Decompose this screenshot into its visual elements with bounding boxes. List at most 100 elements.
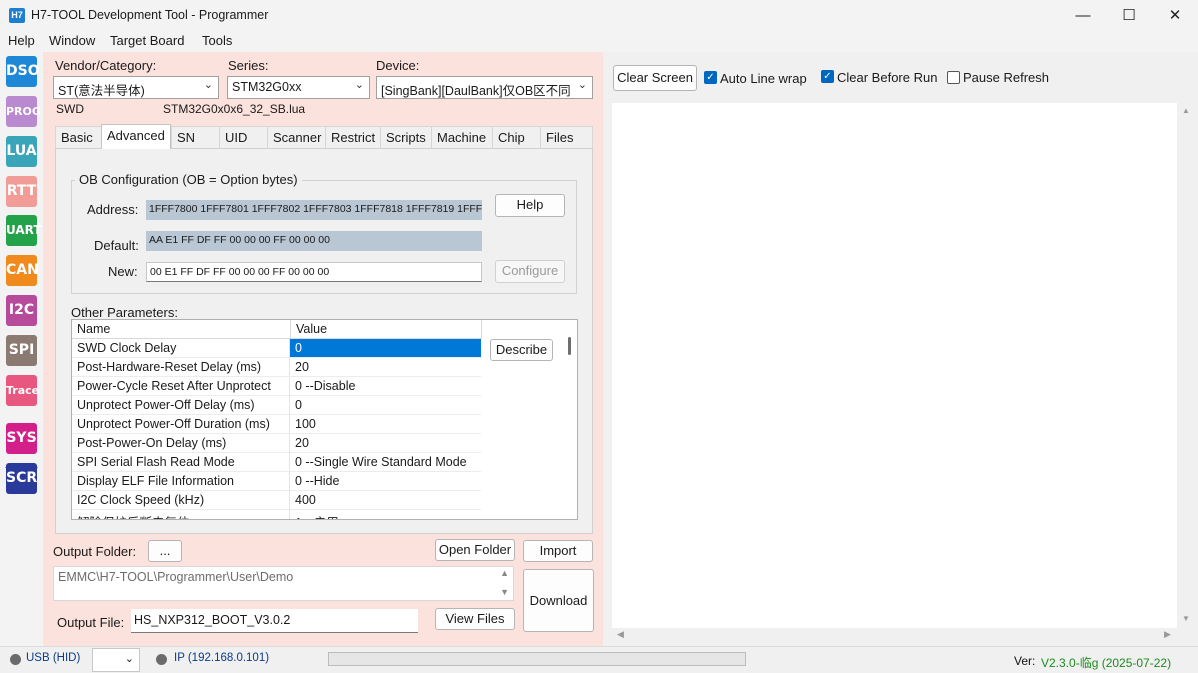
describe-button[interactable]: Describe — [490, 339, 553, 361]
table-row[interactable]: SWD Clock Delay 0 — [72, 339, 481, 358]
can-button[interactable]: CAN — [6, 255, 39, 286]
help-button[interactable]: Help — [495, 194, 565, 217]
browse-folder-button[interactable]: ... — [148, 540, 182, 562]
minimize-button[interactable]: — — [1060, 0, 1106, 31]
default-field[interactable]: AA E1 FF DF FF 00 00 00 FF 00 00 00 — [146, 231, 482, 251]
param-value-cell[interactable]: 0 --Single Wire Standard Mode — [290, 453, 481, 472]
device-value: [SingBank][DaulBank]仅OB区不同 — [381, 84, 571, 98]
pause-refresh-checkbox[interactable] — [947, 71, 960, 84]
tab-files[interactable]: Files — [540, 126, 593, 148]
param-value-cell[interactable]: 100 — [290, 415, 481, 434]
param-name-cell: SWD Clock Delay — [72, 339, 290, 358]
close-button[interactable]: ✕ — [1152, 0, 1198, 31]
device-select[interactable]: [SingBank][DaulBank]仅OB区不同 ⌄ — [376, 76, 593, 99]
dso-button[interactable]: DSO — [6, 56, 40, 87]
series-select[interactable]: STM32G0xx ⌄ — [227, 76, 370, 99]
vendor-label: Vendor/Category: — [55, 58, 157, 73]
menu-tools[interactable]: Tools — [202, 33, 232, 48]
scr-button[interactable]: SCR — [6, 463, 37, 494]
param-value-cell[interactable]: 1 --启用 — [290, 510, 481, 519]
tab-basic[interactable]: Basic — [55, 126, 102, 148]
tab-restrict[interactable]: Restrict — [325, 126, 381, 148]
param-name-cell: SPI Serial Flash Read Mode — [72, 453, 290, 472]
import-button[interactable]: Import — [523, 540, 593, 562]
table-row[interactable]: Power-Cycle Reset After Unprotect 0 --Dis… — [72, 377, 481, 396]
spi-button[interactable]: SPI — [6, 335, 37, 366]
chevron-down-icon: ⌄ — [203, 79, 213, 91]
port-select[interactable]: ⌄ — [92, 648, 140, 672]
menu-help[interactable]: Help — [8, 33, 35, 48]
open-folder-button[interactable]: Open Folder — [435, 539, 515, 561]
table-row[interactable]: Unprotect Power-Off Delay (ms) 0 — [72, 396, 481, 415]
clear-screen-button[interactable]: Clear Screen — [613, 65, 697, 91]
param-value-cell[interactable]: 0 --Hide — [290, 472, 481, 491]
other-params-label: Other Parameters: — [71, 305, 178, 320]
param-value-cell[interactable]: 0 — [290, 396, 481, 415]
address-field[interactable]: 1FFF7800 1FFF7801 1FFF7802 1FFF7803 1FFF… — [146, 200, 482, 220]
table-row[interactable]: Post-Power-On Delay (ms) 20 — [72, 434, 481, 453]
grid-scroll-thumb[interactable] — [568, 337, 571, 355]
menu-target-board[interactable]: Target Board — [110, 33, 184, 48]
tab-chip[interactable]: Chip — [492, 126, 541, 148]
download-button[interactable]: Download — [523, 569, 594, 632]
tab-advanced[interactable]: Advanced — [101, 124, 171, 149]
param-value-cell[interactable]: 400 — [290, 491, 481, 510]
rtt-button[interactable]: RTT — [6, 176, 37, 207]
tab-scanner[interactable]: Scanner — [267, 126, 326, 148]
console-scroll-up-icon[interactable]: ▲ — [1182, 106, 1190, 115]
console-scroll-left-icon[interactable]: ◀ — [617, 629, 624, 640]
maximize-button[interactable]: ☐ — [1106, 0, 1152, 31]
vendor-select[interactable]: ST(意法半导体) ⌄ — [53, 76, 219, 99]
param-value-cell[interactable]: 0 — [290, 339, 481, 358]
table-row[interactable]: Unprotect Power-Off Duration (ms) 100 — [72, 415, 481, 434]
ip-status-text: IP (192.168.0.101) — [174, 652, 270, 664]
interface-text: SWD — [56, 102, 84, 116]
console-scroll-down-icon[interactable]: ▼ — [1182, 614, 1190, 623]
device-label: Device: — [376, 58, 420, 73]
table-row[interactable]: SPI Serial Flash Read Mode 0 --Single Wir… — [72, 453, 481, 472]
menu-bar: Help Window Target Board Tools — [0, 31, 1198, 52]
folder-path-text: EMMC\H7-TOOL\Programmer\User\Demo — [58, 570, 294, 584]
col-header-name[interactable]: Name — [72, 320, 291, 339]
pause-refresh-label: Pause Refresh — [963, 70, 1049, 85]
configure-button[interactable]: Configure — [495, 260, 565, 283]
tab-scripts[interactable]: Scripts — [380, 126, 432, 148]
param-value-cell[interactable]: 20 — [290, 358, 481, 377]
menu-window[interactable]: Window — [49, 33, 95, 48]
uart-button[interactable]: UART — [6, 215, 42, 246]
prog-button[interactable]: PROG — [6, 96, 41, 127]
trace-button[interactable]: Trace — [6, 375, 39, 406]
console-output[interactable] — [612, 103, 1177, 628]
output-file-label: Output File: — [57, 615, 125, 630]
new-value-input[interactable]: 00 E1 FF DF FF 00 00 00 FF 00 00 00 — [146, 262, 482, 282]
auto-wrap-checkbox[interactable]: ✓ — [704, 71, 717, 84]
table-row[interactable]: 解除保护后断电复位1 --启用 — [72, 510, 481, 519]
output-file-input[interactable]: HS_NXP312_BOOT_V3.0.2 — [131, 609, 418, 633]
table-row[interactable]: Display ELF File Information 0 --Hide — [72, 472, 481, 491]
param-value-cell[interactable]: 0 --Disable — [290, 377, 481, 396]
scroll-up-icon[interactable]: ▲ — [500, 568, 509, 578]
address-label: Address: — [87, 202, 139, 217]
clear-before-run-checkbox[interactable]: ✓ — [821, 70, 834, 83]
folder-path-box[interactable]: EMMC\H7-TOOL\Programmer\User\Demo ▲ ▼ — [53, 566, 514, 601]
table-row[interactable]: Post-Hardware-Reset Delay (ms) 20 — [72, 358, 481, 377]
sys-button[interactable]: SYS — [6, 423, 37, 454]
ob-config-legend: OB Configuration (OB = Option bytes) — [75, 172, 302, 187]
tab-sn[interactable]: SN — [171, 126, 220, 148]
grid-scrollbar[interactable] — [564, 320, 577, 519]
usb-status-text: USB (HID) — [26, 652, 81, 664]
table-row[interactable]: I2C Clock Speed (kHz) 400 — [72, 491, 481, 510]
version-value: V2.3.0-临g (2025-07-22) — [1041, 656, 1172, 670]
scroll-down-icon[interactable]: ▼ — [500, 587, 509, 597]
series-label: Series: — [228, 58, 269, 73]
col-header-value[interactable]: Value — [291, 320, 482, 339]
console-scroll-right-icon[interactable]: ▶ — [1164, 629, 1171, 640]
default-label: Default: — [94, 238, 139, 253]
param-value-cell[interactable]: 20 — [290, 434, 481, 453]
i2c-button[interactable]: I2C — [6, 295, 37, 326]
tab-machine[interactable]: Machine — [431, 126, 493, 148]
lua-button[interactable]: LUA — [6, 136, 37, 167]
window-title: H7-TOOL Development Tool - Programmer — [31, 8, 269, 22]
tab-uid[interactable]: UID — [219, 126, 268, 148]
view-files-button[interactable]: View Files — [435, 608, 515, 630]
